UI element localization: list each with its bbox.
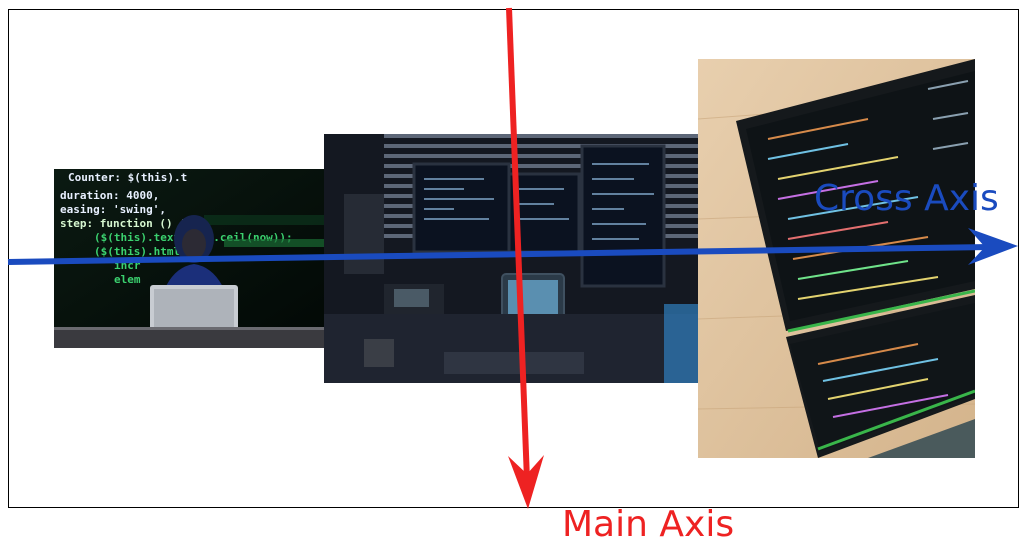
flex-item-image-1: Counter: $(this).t duration: 4000, easin… <box>54 169 324 348</box>
svg-text:duration: 4000,: duration: 4000, <box>60 189 159 202</box>
svg-text:elem: elem <box>114 273 141 286</box>
svg-text:easing: 'swing',: easing: 'swing', <box>60 203 166 216</box>
diagram-stage: Counter: $(this).t duration: 4000, easin… <box>0 0 1026 549</box>
cross-axis-label: Cross Axis <box>814 178 999 219</box>
svg-text:step: function () {: step: function () { <box>60 217 186 230</box>
main-axis-label: Main Axis <box>562 504 735 545</box>
svg-text:($(this).html: ($(this).html <box>94 245 180 258</box>
coder-hoodie-photo: Counter: $(this).t duration: 4000, easin… <box>54 169 324 348</box>
monitor-desk-photo <box>324 134 698 383</box>
flex-item-image-3 <box>698 59 975 458</box>
svg-text:incr: incr <box>114 259 141 272</box>
flex-item-image-2 <box>324 134 698 383</box>
dual-screen-laptop-photo <box>698 59 975 458</box>
svg-text:Counter: $(this).t: Counter: $(this).t <box>68 171 187 184</box>
